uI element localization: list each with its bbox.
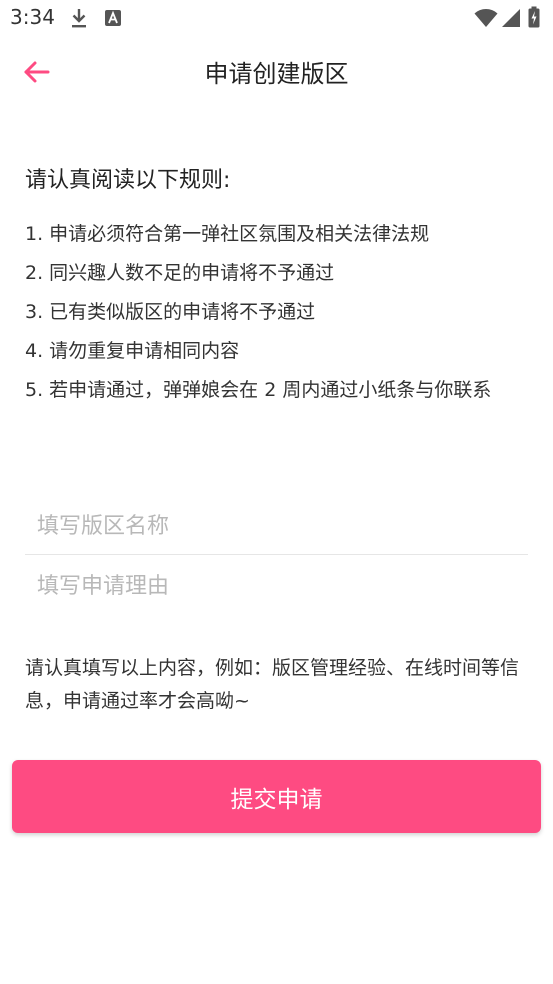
cell-signal-icon — [501, 8, 521, 32]
page-title: 申请创建版区 — [204, 60, 349, 88]
battery-charging-icon — [528, 6, 540, 32]
rule-item-5: 5. 若申请通过，弹弹娘会在 2 周内通过小纸条与你联系 — [25, 379, 492, 401]
wifi-icon — [474, 8, 498, 32]
download-icon — [70, 7, 88, 33]
arrow-left-icon — [22, 60, 50, 88]
rule-item-2: 2. 同兴趣人数不足的申请将不予通过 — [25, 262, 335, 284]
rule-item-1: 1. 申请必须符合第一弹社区氛围及相关法律法规 — [25, 223, 430, 245]
hint-text: 请认真填写以上内容，例如：版区管理经验、在线时间等信息，申请通过率才会高呦~ — [25, 657, 520, 712]
app-bar: 申请创建版区 — [0, 46, 553, 102]
rules-heading: 请认真阅读以下规则: — [25, 168, 231, 193]
rules-list: 1. 申请必须符合第一弹社区氛围及相关法律法规 2. 同兴趣人数不足的申请将不予… — [25, 215, 525, 410]
rule-item-3: 3. 已有类似版区的申请将不予通过 — [25, 301, 316, 323]
status-time: 3:34 — [10, 5, 55, 29]
status-bar: 3:34 — [0, 0, 553, 38]
application-reason-input[interactable] — [25, 557, 528, 615]
back-button[interactable] — [18, 58, 54, 90]
forum-name-input[interactable] — [25, 497, 528, 555]
rule-item-4: 4. 请勿重复申请相同内容 — [25, 340, 240, 362]
a-badge-icon — [104, 9, 122, 31]
submit-button[interactable]: 提交申请 — [12, 760, 541, 833]
name-input-divider — [25, 554, 528, 555]
